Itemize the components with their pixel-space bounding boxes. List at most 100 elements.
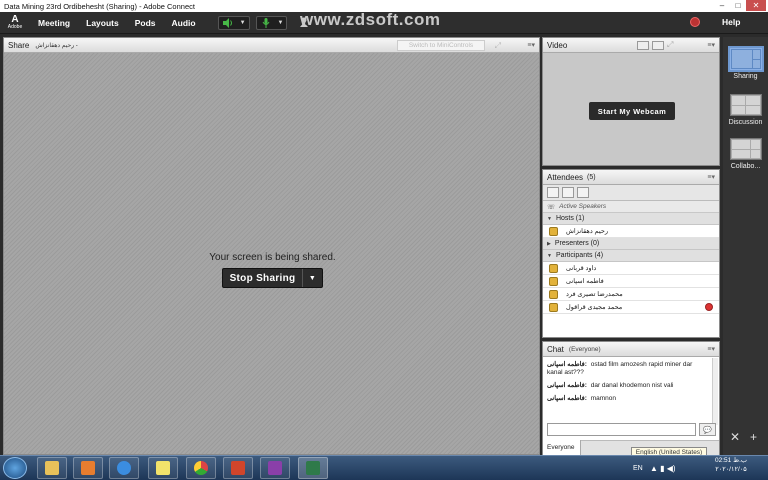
chrome-taskbar-icon[interactable] — [186, 457, 216, 479]
taskbar-clock[interactable]: 02:51 ب.ظ ۲۰۲۰/۱۲/۰۵ — [707, 456, 755, 474]
presenters-group[interactable]: ▶ Presenters (0) — [543, 238, 719, 250]
participant-icon — [549, 289, 558, 299]
attendees-pod-title: Attendees — [547, 172, 584, 182]
chat-sender: فاطمه اسپانی: — [547, 382, 587, 389]
minimize-button[interactable]: – — [714, 0, 730, 11]
record-icon[interactable] — [690, 17, 700, 27]
watermark-text: www.zdsoft.com — [300, 10, 441, 29]
attendee-name: داود قربانی — [566, 265, 597, 272]
participants-label: Participants (4) — [555, 252, 604, 259]
windows-taskbar: EN ▲ ▮ ◀) — [0, 455, 768, 480]
chat-input[interactable] — [547, 423, 696, 436]
start-webcam-button[interactable]: Start My Webcam — [589, 102, 675, 120]
microphone-control[interactable]: ▼ — [255, 15, 288, 30]
pod-options-icon[interactable]: ≡▾ — [707, 173, 715, 181]
hosts-label: Hosts (1) — [555, 215, 585, 222]
pod-options-icon[interactable]: ≡▾ — [707, 41, 715, 49]
video-area: Start My Webcam — [543, 53, 719, 165]
internet-explorer-taskbar-icon[interactable] — [109, 457, 139, 479]
menu-layouts[interactable]: Layouts — [78, 18, 127, 28]
share-area: Your screen is being shared. Stop Sharin… — [4, 53, 539, 454]
clock-time: 02:51 ب.ظ — [714, 457, 747, 464]
chevron-down-icon: ▼ — [277, 19, 284, 26]
presenters-label: Presenters (0) — [554, 240, 600, 247]
layout-sharing[interactable]: Sharing — [723, 46, 768, 80]
share-pod: Share رحیم دهقانزاش - Switch to MiniCont… — [3, 37, 540, 455]
attendee-name: محمد مجیدی قراقول — [566, 304, 623, 311]
sharing-status-message: Your screen is being shared. — [209, 252, 336, 263]
participants-group[interactable]: ▼ Participants (4) — [543, 250, 719, 262]
speaker-icon — [222, 17, 234, 28]
send-message-icon[interactable]: 💬 — [699, 423, 716, 436]
onenote-taskbar-icon[interactable] — [260, 457, 290, 479]
attendee-name: فاطمه اسپانی — [566, 278, 604, 285]
layout-thumbnail — [727, 46, 764, 72]
powerpoint-taskbar-icon[interactable] — [223, 457, 253, 479]
menu-audio[interactable]: Audio — [164, 18, 204, 28]
maximize-button[interactable]: □ — [730, 0, 746, 11]
chat-message: فاطمه اسپانی: dar danal khodemon nist va… — [547, 382, 707, 390]
layout-thumbnail — [729, 138, 762, 160]
switch-to-minicontrols-button[interactable]: Switch to MiniControls — [397, 40, 485, 51]
attendee-row[interactable]: محمدرضا تصیری فرد — [543, 288, 719, 301]
chevron-down-icon[interactable]: ▼ — [302, 269, 322, 287]
menu-meeting[interactable]: Meeting — [30, 18, 78, 28]
layouts-bar: Sharing Discussion Collabo... ✕ + — [723, 37, 768, 455]
chat-text: mamnon — [590, 395, 617, 402]
tools-icon[interactable]: ✕ — [730, 430, 740, 444]
tray-icons[interactable]: ▲ ▮ ◀) — [650, 456, 676, 480]
start-button[interactable] — [3, 457, 27, 479]
window-controls: – □ ✕ — [714, 0, 766, 12]
add-layout-icon[interactable]: + — [750, 430, 757, 444]
fullscreen-icon[interactable]: ⤢ — [495, 41, 501, 51]
participant-icon — [549, 276, 558, 286]
adobe-connect-taskbar-icon[interactable] — [298, 457, 328, 479]
chat-scrollbar[interactable] — [712, 358, 718, 425]
chat-sender: فاطمه اسپانی: — [547, 395, 587, 402]
attendee-row[interactable]: داود قربانی — [543, 262, 719, 275]
video-pod-title: Video — [547, 40, 568, 50]
grid-view-icon[interactable] — [637, 41, 649, 50]
chat-pod-header: Chat (Everyone) ≡▾ — [543, 342, 719, 357]
breakout-view-icon[interactable] — [562, 187, 574, 198]
attendee-name: رحیم دهقانزاش — [566, 228, 608, 235]
attendees-pod: Attendees (5) ≡▾ ☏ Active Speakers ▼ Hos… — [542, 169, 720, 338]
speaker-control[interactable]: ▼ — [217, 15, 250, 30]
layout-collaboration[interactable]: Collabo... — [723, 138, 768, 170]
chevron-down-icon: ▼ — [547, 252, 552, 259]
attendees-pod-header: Attendees (5) ≡▾ — [543, 170, 719, 185]
explorer-taskbar-icon[interactable] — [37, 457, 67, 479]
list-view-icon[interactable] — [547, 187, 559, 198]
chat-pod-title: Chat — [547, 344, 564, 354]
pod-options-icon[interactable]: ≡▾ — [527, 41, 535, 49]
status-view-icon[interactable] — [577, 187, 589, 198]
filmstrip-view-icon[interactable] — [652, 41, 664, 50]
video-pod: Video ⤢ ≡▾ Start My Webcam — [542, 37, 720, 166]
adobe-logo: A Adobe — [0, 12, 30, 34]
chat-pod: Chat (Everyone) ≡▾ فاطمه اسپانی: ostad f… — [542, 341, 720, 455]
language-indicator[interactable]: EN — [633, 456, 643, 480]
attendee-name: محمدرضا تصیری فرد — [566, 291, 623, 298]
stop-sharing-button[interactable]: Stop Sharing ▼ — [222, 268, 323, 288]
sticky-notes-taskbar-icon[interactable] — [148, 457, 178, 479]
layout-label: Sharing — [733, 73, 758, 80]
attendee-row[interactable]: رحیم دهقانزاش — [543, 225, 719, 238]
chevron-down-icon: ▼ — [547, 215, 552, 222]
active-speakers-row: ☏ Active Speakers — [543, 201, 719, 213]
attendee-row[interactable]: محمد مجیدی قراقول — [543, 301, 719, 314]
share-presenter-name: رحیم دهقانزاش - — [35, 42, 78, 49]
pod-options-icon[interactable]: ≡▾ — [707, 345, 715, 353]
close-button[interactable]: ✕ — [746, 0, 766, 11]
chat-message: فاطمه اسپانی: ostad film amozesh rapid m… — [547, 361, 707, 377]
hosts-group[interactable]: ▼ Hosts (1) — [543, 213, 719, 225]
menu-pods[interactable]: Pods — [127, 18, 164, 28]
layout-label: Discussion — [728, 119, 763, 126]
media-player-taskbar-icon[interactable] — [73, 457, 103, 479]
help-menu[interactable]: Help — [722, 17, 740, 27]
chat-tab-everyone[interactable]: Everyone — [543, 440, 581, 455]
fullscreen-icon[interactable]: ⤢ — [667, 40, 679, 49]
layout-discussion[interactable]: Discussion — [723, 94, 768, 126]
attendee-row[interactable]: فاطمه اسپانی — [543, 275, 719, 288]
host-icon — [549, 226, 558, 236]
phone-icon: ☏ — [547, 203, 556, 211]
